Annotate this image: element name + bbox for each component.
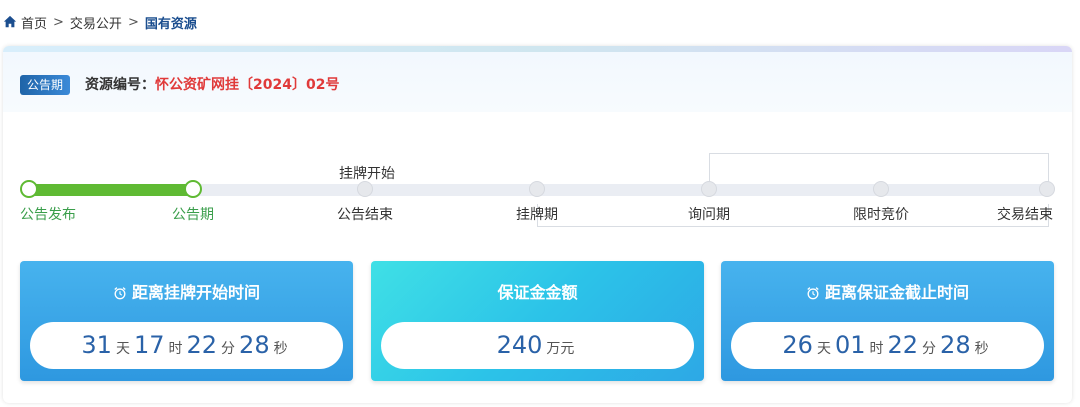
countdown-minutes: 22 [887, 331, 919, 359]
timeline-node-announce-publish [20, 180, 38, 198]
timeline-node-listing-period [529, 181, 545, 197]
deposit-amount-value: 240 [496, 331, 543, 359]
breadcrumb-home-link[interactable]: 首页 [21, 13, 47, 32]
timeline-label-announce-publish: 公告发布 [20, 207, 76, 223]
timeline-label-announce-period: 公告期 [172, 207, 214, 223]
unit-hours: 时 [869, 341, 884, 357]
unit-days: 天 [816, 341, 831, 357]
breadcrumb-separator: > [53, 14, 64, 30]
timeline-node-inquiry-period [701, 181, 717, 197]
timeline-label-listing-period: 挂牌期 [516, 207, 558, 223]
box-title-text: 距离挂牌开始时间 [131, 283, 260, 302]
timeline-node-trade-end [1039, 181, 1055, 197]
box-title-text: 保证金金额 [497, 283, 578, 302]
countdown-seconds: 28 [940, 331, 971, 359]
timeline-label-announce-end: 公告结束 [337, 207, 393, 223]
unit-seconds: 秒 [273, 341, 288, 357]
listing-start-label: 挂牌开始 [339, 166, 395, 182]
countdown-pill: 31 天 17 时 22 分 28 秒 [30, 322, 343, 369]
countdown-hours: 17 [133, 331, 165, 359]
countdown-pill: 26 天 01 时 22 分 28 秒 [731, 322, 1044, 369]
deposit-deadline-countdown-box: 距离保证金截止时间 26 天 01 时 22 分 28 秒 [721, 261, 1054, 381]
timeline-bracket-top [709, 153, 1049, 182]
progress-timeline: 挂牌开始 公告发布 公告期 公告结束 挂牌期 询问期 限时竞价 交易结束 [3, 146, 1072, 236]
countdown-seconds: 28 [239, 331, 270, 359]
countdown-days: 26 [782, 331, 813, 359]
phase-badge: 公告期 [20, 75, 71, 95]
home-icon[interactable] [3, 15, 17, 29]
deposit-amount-box: 保证金金额 240 万元 [371, 261, 704, 381]
breadcrumb-trading-link[interactable]: 交易公开 [70, 13, 122, 32]
unit-minutes: 分 [922, 341, 937, 357]
deposit-amount-title: 保证金金额 [371, 283, 704, 303]
deposit-amount-unit: 万元 [546, 341, 575, 357]
timeline-label-trade-end: 交易结束 [997, 207, 1053, 223]
card-header: 公告期 资源编号： 怀公资矿网挂〔2024〕02号 [3, 52, 1072, 112]
deposit-deadline-countdown-title: 距离保证金截止时间 [721, 283, 1054, 303]
breadcrumb-current: 国有资源 [144, 16, 197, 32]
resource-number-label: 资源编号： [85, 77, 155, 93]
countdown-days: 31 [81, 331, 112, 359]
listing-start-countdown-box: 距离挂牌开始时间 31 天 17 时 22 分 28 秒 [20, 261, 353, 381]
box-title-text: 距离保证金截止时间 [824, 283, 969, 302]
timeline-node-announce-period [184, 180, 202, 198]
alarm-clock-icon [114, 287, 126, 300]
breadcrumb: 首页 > 交易公开 > 国有资源 [3, 13, 197, 32]
alarm-clock-icon [807, 287, 819, 300]
timeline-label-inquiry-period: 询问期 [688, 207, 730, 223]
timeline-node-timed-bidding [873, 181, 889, 197]
resource-number-value: 怀公资矿网挂〔2024〕02号 [155, 77, 340, 93]
unit-seconds: 秒 [974, 341, 989, 357]
timeline-label-timed-bidding: 限时竞价 [853, 207, 909, 223]
countdown-minutes: 22 [186, 331, 218, 359]
unit-minutes: 分 [221, 341, 236, 357]
listing-start-countdown-title: 距离挂牌开始时间 [20, 283, 353, 303]
resource-card: 公告期 资源编号： 怀公资矿网挂〔2024〕02号 挂牌开始 公告发布 公告期 … [3, 46, 1072, 403]
timeline-node-announce-end [357, 181, 373, 197]
breadcrumb-separator: > [127, 14, 139, 30]
unit-hours: 时 [168, 341, 183, 357]
amount-pill: 240 万元 [381, 322, 694, 369]
timeline-track-fill [29, 184, 195, 196]
timeline-bracket-bottom [537, 204, 1049, 227]
unit-days: 天 [115, 341, 130, 357]
countdown-hours: 01 [834, 331, 866, 359]
